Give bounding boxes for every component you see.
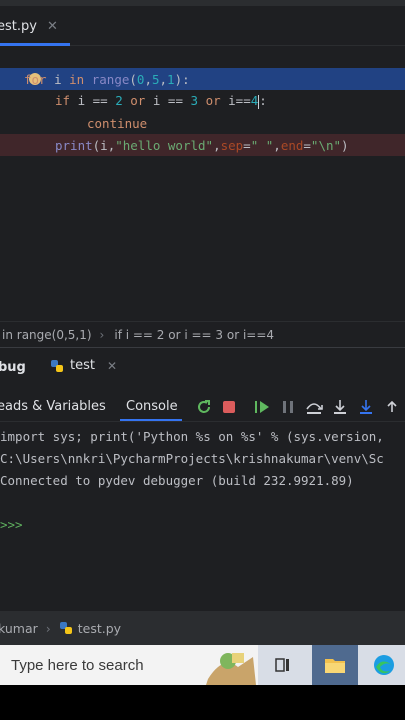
code-editor[interactable]: for i in range(0,5,1): if i == 2 or i ==… — [0, 46, 405, 321]
editor-tab-bar: est.py ✕ — [0, 6, 405, 46]
number: 3 — [190, 93, 199, 109]
nav-item-project[interactable]: kumar — [0, 621, 38, 636]
console-line: Connected to pydev debugger (build 232.9… — [0, 473, 354, 488]
code-text: , — [213, 137, 221, 153]
chevron-right-icon: › — [45, 620, 51, 636]
debug-tab-label: test — [70, 358, 95, 373]
close-icon[interactable]: ✕ — [107, 359, 117, 373]
code-text: ): — [174, 71, 190, 87]
console-line: C:\Users\nnkri\PycharmProjects\krishnaku… — [0, 451, 384, 466]
close-icon[interactable]: ✕ — [47, 19, 58, 34]
active-tab-indicator — [120, 419, 182, 421]
taskbar-search[interactable]: Type here to search — [0, 645, 258, 685]
windows-taskbar: Type here to search — [0, 645, 405, 685]
console-line: import sys; print('Python %s on %s' % (s… — [0, 429, 384, 444]
file-explorer-icon[interactable] — [312, 645, 358, 685]
code-text: , — [144, 71, 152, 87]
code-text: : — [259, 93, 267, 109]
number: 5 — [151, 71, 160, 87]
pause-icon[interactable] — [279, 398, 297, 416]
string-literal: "\n" — [310, 137, 342, 153]
debug-tool-window: bug test ✕ eads & Variables Console impo… — [0, 347, 405, 611]
keyword: continue — [87, 115, 148, 131]
debug-toolbar: eads & Variables Console — [0, 392, 405, 422]
number: 4 — [250, 93, 259, 109]
builtin-name: range — [91, 71, 130, 87]
navigation-bar: kumar › test.py — [0, 611, 405, 645]
task-view-icon[interactable] — [270, 645, 296, 685]
nav-item-file[interactable]: test.py — [78, 621, 121, 636]
keyword: if — [55, 93, 71, 109]
python-icon — [59, 622, 72, 634]
resume-icon[interactable] — [253, 398, 271, 416]
tab-console[interactable]: Console — [126, 399, 178, 414]
code-line-3[interactable]: continue — [0, 112, 405, 134]
breadcrumb: in range(0,5,1) › if i == 2 or i == 3 or… — [0, 321, 405, 347]
code-text: i == — [145, 93, 191, 109]
console-output[interactable]: import sys; print('Python %s on %s' % (s… — [0, 426, 405, 612]
number: 1 — [167, 71, 175, 87]
rerun-icon[interactable] — [195, 398, 213, 416]
editor-tab-label: est.py — [0, 18, 37, 34]
code-line-2[interactable]: if i == 2 or i == 3 or i==4: — [0, 90, 405, 112]
code-text: ) — [341, 137, 349, 153]
named-param: end — [280, 137, 304, 153]
step-over-icon[interactable] — [305, 398, 323, 416]
named-param: sep — [220, 137, 244, 153]
search-highlight-icon — [198, 645, 258, 685]
console-prompt[interactable]: >>> — [0, 517, 23, 532]
step-out-icon[interactable] — [383, 398, 401, 416]
code-line-1[interactable]: for i in range(0,5,1): — [0, 68, 405, 90]
code-text: , — [273, 137, 281, 153]
keyword: or — [130, 93, 146, 109]
editor-tab-test-py[interactable]: est.py ✕ — [0, 6, 58, 46]
builtin-name: print — [55, 137, 93, 153]
string-literal: "hello world" — [115, 137, 214, 153]
keyword: for — [24, 71, 47, 87]
step-into-my-code-icon[interactable] — [357, 398, 375, 416]
keyword: in — [69, 71, 85, 87]
code-text: i== — [220, 93, 251, 109]
breadcrumb-item-if[interactable]: if i == 2 or i == 3 or i==4 — [114, 328, 274, 342]
debug-title: bug — [0, 359, 26, 375]
code-text: , — [159, 71, 168, 87]
code-text: i — [46, 71, 70, 87]
bottom-letterbox — [0, 685, 405, 720]
code-text: i == — [70, 93, 116, 109]
code-text: ( — [129, 71, 137, 87]
tab-threads-variables[interactable]: eads & Variables — [0, 399, 106, 414]
keyword: or — [205, 93, 221, 109]
breadcrumb-item-for[interactable]: in range(0,5,1) — [2, 328, 92, 342]
debug-session-tab[interactable]: test ✕ — [50, 358, 117, 373]
string-literal: " " — [250, 137, 274, 153]
search-input[interactable]: Type here to search — [11, 657, 144, 674]
number: 2 — [115, 93, 123, 109]
stop-icon[interactable] — [220, 398, 238, 416]
python-icon — [51, 359, 63, 372]
code-line-4-breakpoint[interactable]: print(i,"hello world",sep=" ",end="\n") — [0, 134, 405, 156]
code-text: (i, — [92, 137, 116, 153]
code-text: = — [303, 137, 311, 153]
chevron-right-icon: › — [99, 327, 105, 342]
step-into-icon[interactable] — [331, 398, 349, 416]
code-text: = — [243, 137, 251, 153]
edge-browser-icon[interactable] — [362, 645, 405, 685]
